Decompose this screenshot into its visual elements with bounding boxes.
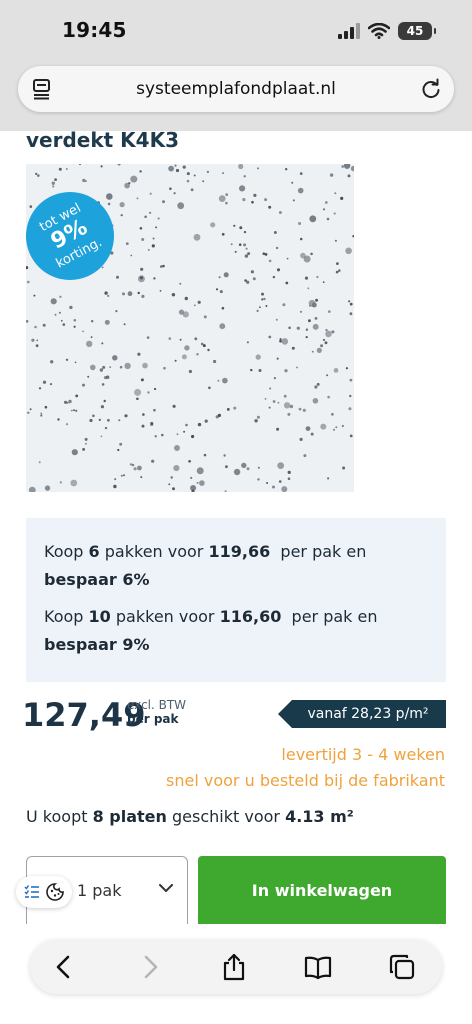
checklist-icon bbox=[24, 885, 39, 898]
browser-toolbar bbox=[30, 940, 442, 994]
add-to-cart-button[interactable]: In winkelwagen bbox=[198, 856, 446, 924]
forward-icon[interactable] bbox=[136, 953, 164, 981]
bulk-offer-2-line-2: bespaar 9% bbox=[44, 635, 150, 654]
battery-level: 45 bbox=[406, 24, 424, 38]
status-time: 19:45 bbox=[62, 18, 127, 42]
purchase-info-mid: geschikt voor bbox=[172, 807, 280, 826]
delivery-time: levertijd 3 - 4 weken bbox=[281, 745, 445, 764]
browser-top-area: 19:45 45 systeemplafondplaat.nl bbox=[0, 0, 472, 131]
price-per-m2-text: vanaf 28,23 p/m² bbox=[307, 706, 429, 722]
bulk-offer-2-line-1: Koop 10 pakken voor 116,60 per pak en bbox=[44, 607, 378, 626]
purchase-info-plates: 8 platen bbox=[92, 807, 167, 826]
bulk-offer-2-mid: pakken voor bbox=[115, 607, 215, 626]
bulk-offer-1-suffix: per pak en bbox=[280, 542, 367, 561]
share-icon[interactable] bbox=[220, 953, 248, 981]
cookie-icon bbox=[46, 883, 64, 901]
vat-label: excl. BTW bbox=[127, 698, 187, 712]
bulk-offer-1-line-2: bespaar 6% bbox=[44, 570, 150, 589]
product-title: verdekt K4K3 bbox=[26, 128, 179, 152]
bulk-offer-1-line-1: Koop 6 pakken voor 119,66 per pak en bbox=[44, 542, 366, 561]
bulk-discount-box: Koop 6 pakken voor 119,66 per pak en bes… bbox=[26, 518, 446, 682]
bulk-offer-1-qty: 6 bbox=[88, 542, 100, 561]
url-text[interactable]: systeemplafondplaat.nl bbox=[18, 79, 454, 99]
bulk-offer-2-save: bespaar 9% bbox=[44, 635, 150, 654]
cookie-settings-button[interactable] bbox=[16, 876, 72, 908]
bulk-offer-1-price: 119,66 bbox=[208, 542, 271, 561]
signal-icon bbox=[338, 23, 360, 39]
delivery-note: snel voor u besteld bij de fabrikant bbox=[166, 771, 445, 790]
status-icons: 45 bbox=[338, 20, 436, 42]
bulk-offer-1-prefix: Koop bbox=[44, 542, 84, 561]
bulk-offer-2-qty: 10 bbox=[88, 607, 111, 626]
bulk-offer-2-prefix: Koop bbox=[44, 607, 84, 626]
url-bar[interactable]: systeemplafondplaat.nl bbox=[18, 66, 454, 112]
bulk-offer-1-mid: pakken voor bbox=[104, 542, 204, 561]
purchase-info-area: 4.13 m² bbox=[285, 807, 354, 826]
price-per-m2-tag: vanaf 28,23 p/m² bbox=[278, 700, 446, 728]
chevron-down-icon bbox=[159, 884, 173, 892]
reload-icon[interactable] bbox=[420, 78, 442, 100]
bulk-offer-2-suffix: per pak en bbox=[291, 607, 378, 626]
unit-label: per pak bbox=[127, 712, 179, 726]
quantity-value: 1 pak bbox=[77, 881, 122, 900]
wifi-icon bbox=[368, 23, 390, 39]
bulk-offer-2-price: 116,60 bbox=[219, 607, 282, 626]
purchase-info-prefix: U koopt bbox=[26, 807, 88, 826]
product-image[interactable]: tot wel 9% korting. bbox=[26, 164, 354, 492]
bookmarks-icon[interactable] bbox=[304, 953, 332, 981]
back-icon[interactable] bbox=[50, 953, 78, 981]
purchase-info: U koopt 8 platen geschikt voor 4.13 m² bbox=[26, 807, 354, 826]
bulk-offer-1-save: bespaar 6% bbox=[44, 570, 150, 589]
tabs-icon[interactable] bbox=[388, 953, 416, 981]
battery-icon: 45 bbox=[398, 22, 436, 40]
